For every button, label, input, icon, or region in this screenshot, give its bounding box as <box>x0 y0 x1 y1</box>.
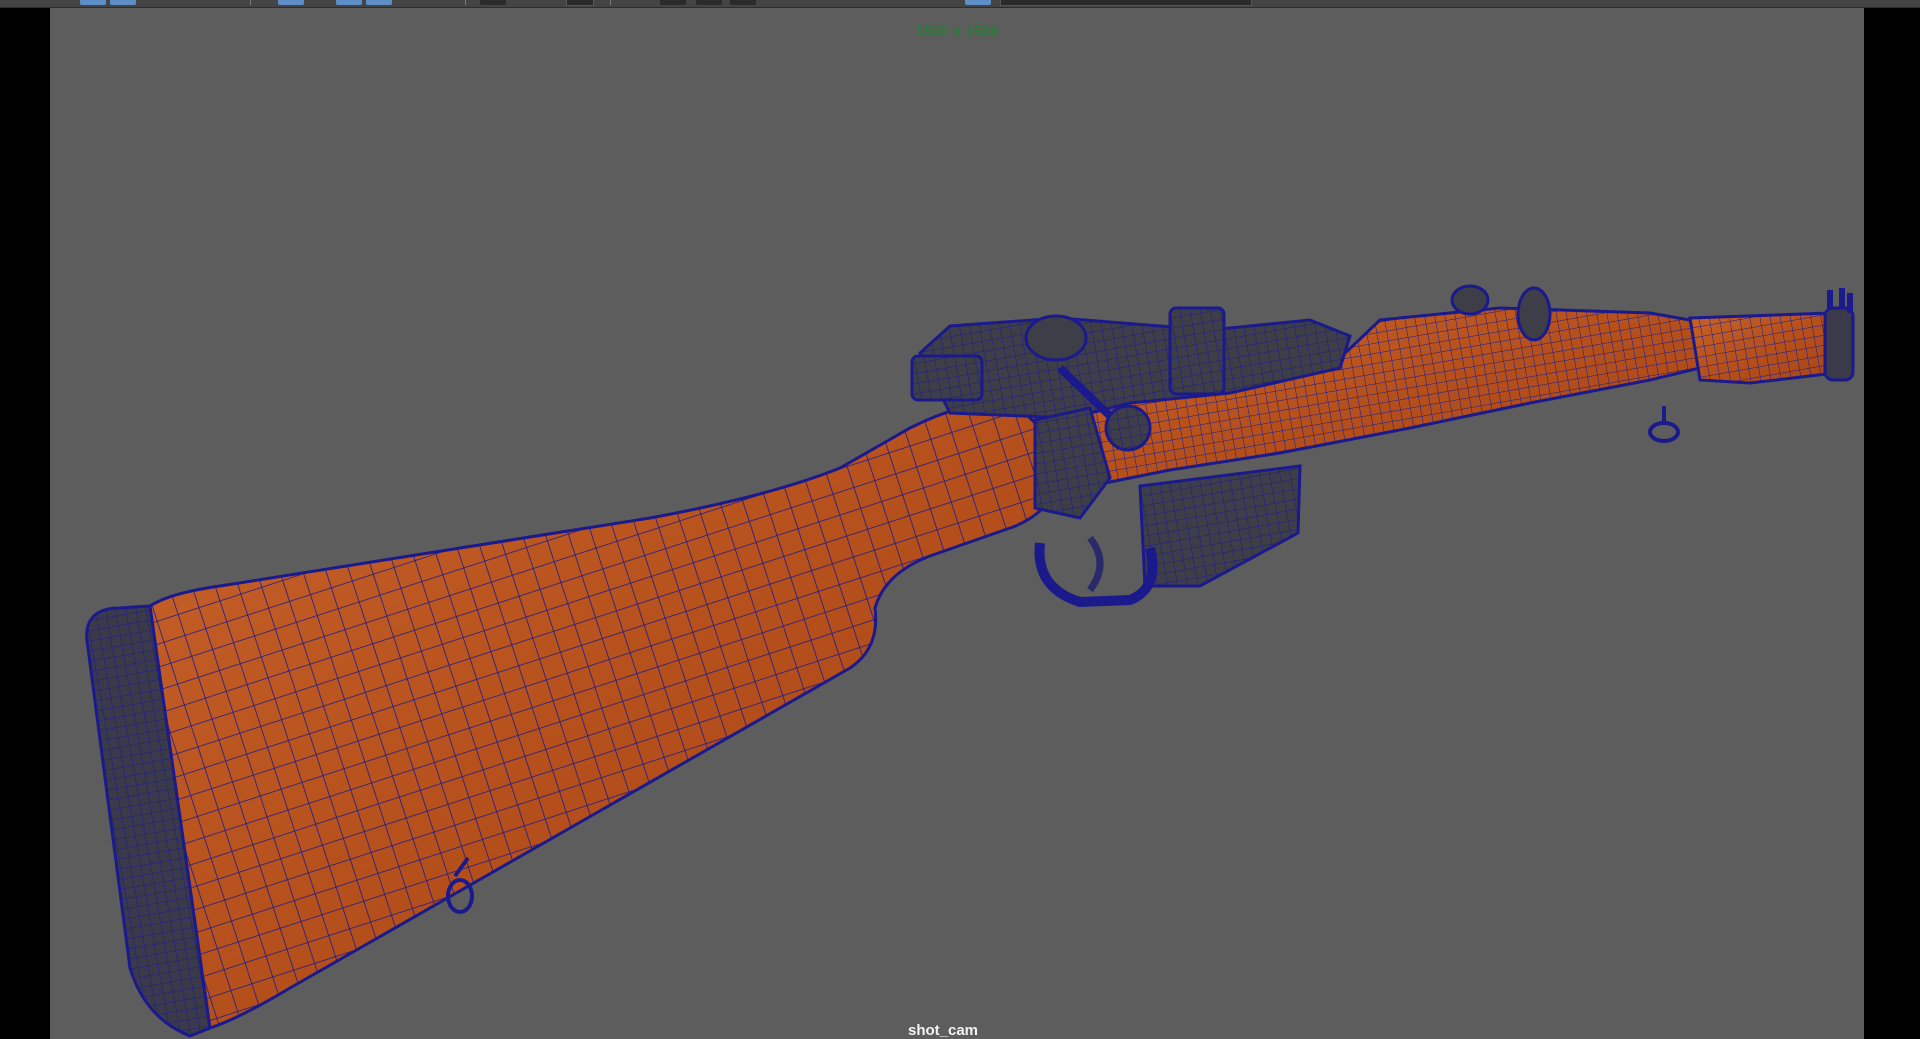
texture-icon[interactable] <box>566 0 594 6</box>
3d-viewport[interactable]: 1500 x 1500 shot_cam <box>50 8 1864 1039</box>
toolbar-divider <box>465 0 466 5</box>
viewport-toolbar <box>0 0 1920 8</box>
move-icon[interactable] <box>110 0 136 5</box>
sight-knob <box>1450 284 1490 316</box>
maya-viewport-window: 1500 x 1500 shot_cam <box>0 0 1920 1039</box>
light-icon[interactable] <box>660 0 686 5</box>
camera-icon[interactable] <box>278 0 304 5</box>
shaded-icon[interactable] <box>480 0 506 5</box>
isolate-icon[interactable] <box>696 0 722 5</box>
rifle-model-wireframe <box>85 284 1855 1038</box>
xray-icon[interactable] <box>730 0 756 5</box>
wireframe-icon[interactable] <box>366 0 392 5</box>
select-icon[interactable] <box>80 0 106 5</box>
camera-field[interactable] <box>1000 0 1252 6</box>
front-sight-guard <box>1516 286 1552 342</box>
resolution-gate-icon[interactable] <box>965 0 991 5</box>
toolbar-divider <box>250 0 251 5</box>
toolbar-divider <box>610 0 611 5</box>
grid-icon[interactable] <box>336 0 362 5</box>
trigger <box>1087 535 1104 593</box>
resolution-gate-label: 1500 x 1500 <box>915 23 999 40</box>
camera-name-label: shot_cam <box>907 1022 979 1039</box>
muzzle <box>1823 306 1855 382</box>
bolt-cocking-piece <box>1024 314 1088 362</box>
sling-swivel-front <box>1648 421 1680 443</box>
